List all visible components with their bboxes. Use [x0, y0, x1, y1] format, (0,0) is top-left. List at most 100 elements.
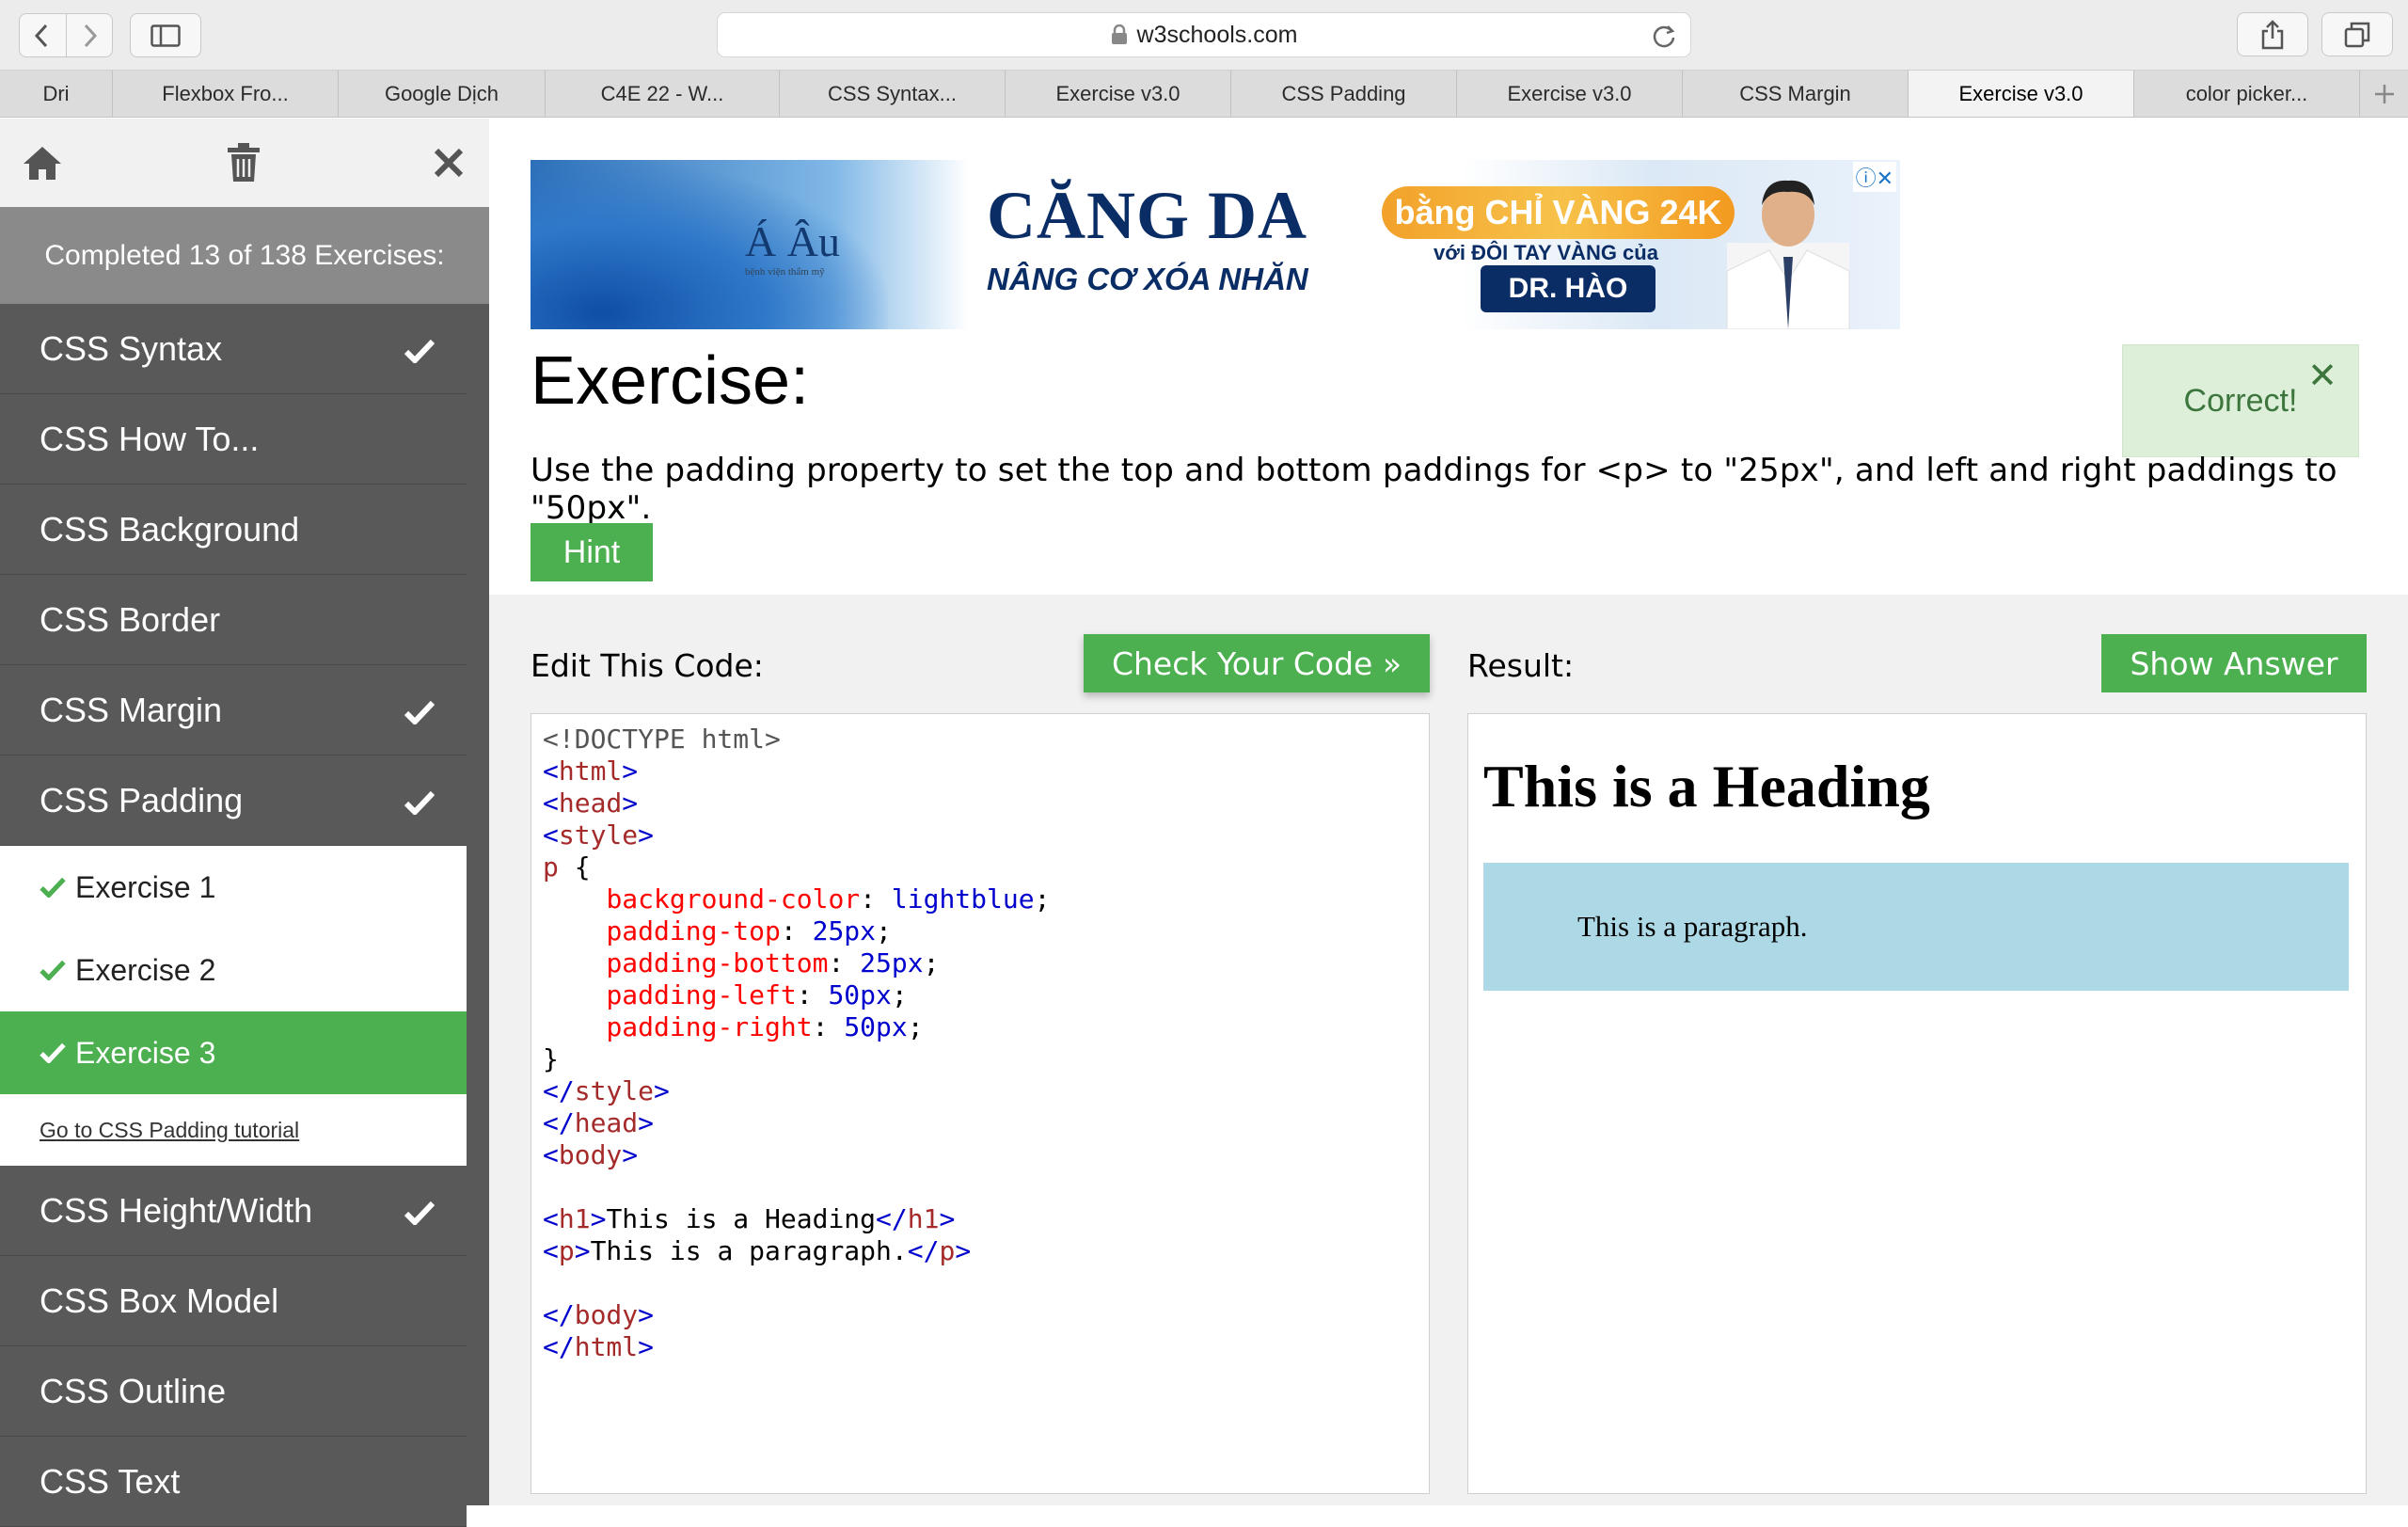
sidebar-item[interactable]: CSS Padding	[0, 756, 467, 846]
tab-item[interactable]: CSS Margin	[1683, 71, 1909, 117]
chevron-left-icon	[35, 24, 48, 47]
hint-button[interactable]: Hint	[531, 523, 653, 581]
sub-item[interactable]: Exercise 2	[0, 929, 467, 1011]
tab-item[interactable]: CSS Syntax...	[780, 71, 1006, 117]
sidebar-item[interactable]: CSS Syntax	[0, 304, 467, 394]
history-nav	[19, 13, 113, 57]
checkmark-icon	[40, 960, 66, 980]
tab-item-active[interactable]: Exercise v3.0	[1909, 71, 2134, 117]
code-value: 50px	[844, 1011, 908, 1042]
sidebar-toolbar	[0, 119, 489, 207]
ad-headline: CĂNG DA	[987, 178, 1307, 253]
result-label: Result:	[1467, 647, 1575, 684]
progress-text: Completed 13 of 138 Exercises:	[0, 207, 489, 304]
sidebar-item[interactable]: CSS How To...	[0, 394, 467, 485]
doctor-photo	[1726, 180, 1850, 329]
tab-item[interactable]: C4E 22 - W...	[546, 71, 780, 117]
checkmark-icon	[404, 339, 436, 365]
trash-icon[interactable]	[220, 139, 267, 186]
sidebar-icon	[150, 24, 181, 47]
sidebar-item[interactable]: CSS Border	[0, 575, 467, 665]
ad-close-icon[interactable]: ⓘ✕	[1852, 162, 1896, 192]
sub-item-label: Exercise 2	[75, 952, 216, 987]
code-h1-text: This is a Heading	[606, 1203, 877, 1234]
sidebar-item-label: CSS Height/Width	[40, 1190, 313, 1230]
sidebar-item[interactable]: CSS Height/Width	[0, 1166, 467, 1256]
tab-item[interactable]: Flexbox Fro...	[113, 71, 339, 117]
code-p-text: This is a paragraph.	[590, 1235, 908, 1266]
exercise-instructions: Use the padding property to set the top …	[531, 452, 2337, 527]
tab-overview-button[interactable]	[2321, 12, 2393, 56]
url-text: w3schools.com	[1136, 21, 1298, 48]
tabs-icon	[2344, 22, 2370, 47]
advertisement-banner[interactable]: Á Âu bệnh viện thẩm mỹ CĂNG DA NÂNG CƠ X…	[531, 160, 1900, 329]
checkmark-icon	[404, 790, 436, 817]
show-sidebar-button[interactable]	[130, 13, 201, 57]
sidebar-item-label: CSS Outline	[40, 1371, 227, 1410]
sidebar-item-label: CSS Padding	[40, 780, 244, 819]
tab-item[interactable]: color picker...	[2134, 71, 2360, 117]
sidebar-item[interactable]: CSS Margin	[0, 665, 467, 756]
sidebar-item-label: CSS Syntax	[40, 328, 223, 368]
code-property: padding-top	[606, 915, 781, 946]
main-content: Á Âu bệnh viện thẩm mỹ CĂNG DA NÂNG CƠ X…	[489, 119, 2408, 1505]
code-value: 25px	[812, 915, 877, 946]
close-alert-icon[interactable]: ✕	[2307, 355, 2337, 397]
completed-check	[404, 332, 436, 372]
result-heading: This is a Heading	[1483, 753, 1930, 819]
sidebar-item-label: CSS Margin	[40, 690, 223, 729]
forward-button[interactable]	[65, 14, 113, 56]
checkmark-icon	[404, 1201, 436, 1227]
address-bar[interactable]: w3schools.com	[717, 12, 1691, 57]
correct-alert: Correct! ✕	[2122, 344, 2359, 457]
code-value: 25px	[860, 947, 924, 978]
sidebar-item-label: CSS Border	[40, 599, 221, 639]
checkmark-icon	[40, 877, 66, 898]
sub-item[interactable]: Exercise 1	[0, 846, 467, 929]
completed-check	[404, 693, 436, 733]
sub-item-label: Exercise 3	[75, 1035, 216, 1070]
home-icon[interactable]	[19, 139, 66, 186]
sidebar-item[interactable]: CSS Background	[0, 485, 467, 575]
back-button[interactable]	[20, 14, 66, 56]
show-answer-button[interactable]: Show Answer	[2101, 634, 2367, 692]
ad-subheadline: NÂNG CƠ XÓA NHĂN	[987, 262, 1308, 296]
code-editor[interactable]: <!DOCTYPE html> <html> <head> <style> p …	[531, 713, 1430, 1494]
share-button[interactable]	[2237, 12, 2308, 56]
reload-icon[interactable]	[1651, 23, 1677, 56]
tab-item[interactable]: Exercise v3.0	[1006, 71, 1231, 117]
code-value: lightblue	[891, 883, 1035, 915]
result-paragraph: This is a paragraph.	[1483, 863, 2349, 991]
result-preview: This is a Heading This is a paragraph.	[1467, 713, 2367, 1494]
sidebar-item[interactable]: CSS Box Model	[0, 1256, 467, 1346]
tab-item[interactable]: Dri	[0, 71, 113, 117]
ad-gold-banner: bằng CHỈ VÀNG 24K	[1382, 186, 1735, 239]
sidebar-item[interactable]: CSS Outline	[0, 1346, 467, 1437]
tutorial-link[interactable]: Go to CSS Padding tutorial	[0, 1094, 467, 1166]
code-doctype: <!DOCTYPE html>	[543, 724, 781, 755]
correct-text: Correct!	[2183, 382, 2298, 419]
sidebar-item[interactable]: CSS Text	[0, 1437, 467, 1527]
sidebar-item-label: CSS How To...	[40, 419, 260, 458]
new-tab-button[interactable]	[2360, 71, 2408, 117]
checkmark-icon	[40, 1042, 66, 1063]
checkmark-icon	[404, 700, 436, 726]
menu-list-top: CSS Syntax CSS How To... CSS Background CSS…	[0, 304, 489, 846]
ad-logo: Á Âu bệnh viện thẩm mỹ	[745, 216, 840, 278]
code-property: padding-right	[606, 1011, 813, 1042]
edit-code-label: Edit This Code:	[531, 647, 764, 684]
sub-item-label: Exercise 1	[75, 869, 216, 904]
tab-item[interactable]: Exercise v3.0	[1457, 71, 1683, 117]
menu-list-bottom: CSS Height/Width CSS Box Model CSS Outline…	[0, 1166, 489, 1527]
completed-check	[40, 960, 66, 980]
tab-item[interactable]: Google Dịch	[339, 71, 546, 117]
code-property: padding-bottom	[606, 947, 829, 978]
check-code-button[interactable]: Check Your Code »	[1084, 634, 1430, 692]
close-icon[interactable]	[425, 139, 472, 186]
tab-item[interactable]: CSS Padding	[1231, 71, 1457, 117]
exercise-sidebar: Completed 13 of 138 Exercises: CSS Synta…	[0, 119, 489, 1527]
sidebar-item-label: CSS Background	[40, 509, 300, 549]
sidebar-item-label: CSS Box Model	[40, 1280, 279, 1320]
ad-logo-text: Á Âu	[745, 217, 840, 265]
sub-item-active[interactable]: Exercise 3	[0, 1011, 467, 1094]
